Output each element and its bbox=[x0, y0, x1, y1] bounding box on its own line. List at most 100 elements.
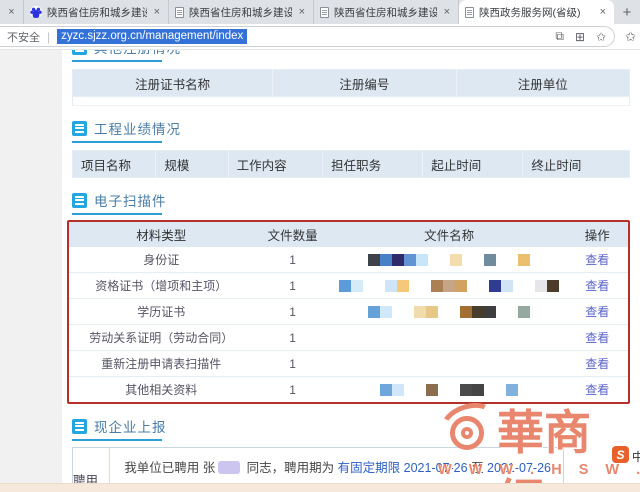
tab-close-icon[interactable]: × bbox=[598, 6, 608, 18]
empty-row bbox=[73, 97, 629, 106]
add-favorite-icon[interactable]: ✩ bbox=[596, 30, 606, 44]
favorites-bar-icon[interactable]: ✩ bbox=[625, 29, 636, 45]
browser-tab-active[interactable]: 陕西政务服务网(省级) × bbox=[459, 0, 614, 24]
action-cell: 查看 bbox=[566, 377, 627, 402]
section-title: 现企业上报 bbox=[94, 416, 167, 436]
badge-zhong-label: 中 bbox=[630, 447, 640, 466]
tab-label: 陕西省住房和城乡建设厅 bbox=[334, 5, 437, 20]
file-name-redacted bbox=[332, 377, 567, 402]
title-underline bbox=[72, 141, 162, 143]
column-header: 工作内容 bbox=[229, 151, 324, 177]
section-title: 电子扫描件 bbox=[94, 190, 167, 210]
action-cell: 查看 bbox=[566, 273, 627, 298]
action-cell: 查看 bbox=[566, 247, 627, 272]
column-header: 文件数量 bbox=[253, 222, 331, 247]
title-underline bbox=[72, 213, 162, 215]
scan-table-row: 劳动关系证明（劳动合同）1查看 bbox=[69, 325, 628, 351]
column-header: 注册证书名称 bbox=[73, 70, 273, 96]
material-type: 资格证书（增项和主项） bbox=[69, 273, 253, 298]
browser-tab[interactable]: 陕西省住房和城乡建设厅 × bbox=[24, 0, 169, 24]
opinion-line-1: 我单位已聘用 张 同志，聘用期为 有固定期限 2021-07-26 至 2021… bbox=[124, 457, 551, 476]
list-icon bbox=[72, 419, 87, 434]
view-link[interactable]: 查看 bbox=[585, 381, 609, 398]
redacted-name bbox=[218, 461, 240, 474]
tab-close-icon[interactable]: × bbox=[297, 6, 307, 18]
browser-tab-bar: × 陕西省住房和城乡建设厅×陕西省住房和城乡建设厅×陕西省住房和城乡建设厅×陕西… bbox=[0, 0, 640, 24]
material-type: 重新注册申请表扫描件 bbox=[69, 351, 253, 376]
file-name-redacted bbox=[332, 247, 567, 272]
column-header: 注册编号 bbox=[273, 70, 456, 96]
partial-tab-close[interactable]: × bbox=[0, 0, 24, 24]
scan-table-row: 资格证书（增项和主项）1 查看 bbox=[69, 273, 628, 299]
section-performance-title: 工程业绩情况 bbox=[72, 118, 630, 143]
browser-tab[interactable]: 陕西省住房和城乡建设厅 × bbox=[314, 0, 459, 24]
action-cell: 查看 bbox=[566, 325, 627, 350]
view-link[interactable]: 查看 bbox=[585, 277, 609, 294]
opinion-text-segment: 同志，聘用期为 bbox=[243, 461, 337, 475]
column-header: 注册单位 bbox=[457, 70, 629, 96]
column-header: 终止时间 bbox=[523, 151, 629, 177]
list-icon bbox=[72, 121, 87, 136]
page-content: 其他注册情况 注册证书名称注册编号注册单位 工程业绩情况 项目名称规模工作内容担… bbox=[0, 50, 640, 492]
view-link[interactable]: 查看 bbox=[585, 303, 609, 320]
scan-table-row: 其他相关资料1 查看 bbox=[69, 377, 628, 402]
section-scans-title: 电子扫描件 bbox=[72, 190, 630, 215]
column-header: 操作 bbox=[566, 222, 627, 247]
bottom-strip bbox=[0, 483, 640, 492]
material-type: 身份证 bbox=[69, 247, 253, 272]
list-icon bbox=[72, 50, 87, 55]
column-header: 文件名称 bbox=[332, 222, 567, 247]
column-header: 担任职务 bbox=[323, 151, 423, 177]
section-report-title: 现企业上报 bbox=[72, 416, 630, 441]
list-icon bbox=[72, 193, 87, 208]
new-tab-button[interactable]: + bbox=[614, 0, 640, 24]
address-bar: 不安全 | zyzc.sjzz.org.cn/management/index … bbox=[0, 24, 640, 50]
highlight-red-box: 材料类型文件数量文件名称操作 身份证1查看资格证书（增项和主项）1查看学历证书1… bbox=[67, 220, 630, 404]
url-text[interactable]: zyzc.sjzz.org.cn/management/index bbox=[57, 29, 247, 44]
scan-table-row: 学历证书1 查看 bbox=[69, 299, 628, 325]
opinion-text-segment: 至 bbox=[471, 461, 487, 475]
document-favicon bbox=[465, 7, 474, 18]
section-title: 工程业绩情况 bbox=[94, 118, 181, 138]
file-count: 1 bbox=[253, 247, 331, 272]
material-type: 学历证书 bbox=[69, 299, 253, 324]
file-count: 1 bbox=[253, 273, 331, 298]
tab-close-icon[interactable]: × bbox=[442, 6, 452, 18]
tab-label: 陕西政务服务网(省级) bbox=[479, 5, 593, 20]
registration-table: 注册证书名称注册编号注册单位 bbox=[72, 69, 630, 106]
site-paw-favicon bbox=[30, 6, 42, 18]
split-screen-icon[interactable]: ⧉ bbox=[555, 29, 564, 44]
column-header: 材料类型 bbox=[69, 222, 253, 247]
url-field[interactable]: 不安全 | zyzc.sjzz.org.cn/management/index … bbox=[0, 26, 615, 47]
opinion-text-segment: 我单位已聘用 张 bbox=[124, 461, 215, 475]
section-registration-title-clipped: 其他注册情况 bbox=[72, 50, 630, 62]
view-link[interactable]: 查看 bbox=[585, 329, 609, 346]
tab-label: 陕西省住房和城乡建设厅 bbox=[47, 5, 147, 20]
material-type: 其他相关资料 bbox=[69, 377, 253, 402]
title-underline bbox=[72, 60, 162, 62]
file-count: 1 bbox=[253, 377, 331, 402]
scans-table-header: 材料类型文件数量文件名称操作 bbox=[69, 222, 628, 247]
section-title: 其他注册情况 bbox=[94, 50, 181, 57]
opinion-text-segment: 2021-07-26 bbox=[400, 461, 471, 475]
collections-icon[interactable]: ⊞ bbox=[575, 30, 585, 44]
opinion-text-segment: 有固定期限 bbox=[338, 461, 401, 475]
title-underline bbox=[72, 439, 162, 441]
column-header: 规模 bbox=[156, 151, 228, 177]
action-cell: 查看 bbox=[566, 299, 627, 324]
tab-close-icon[interactable]: × bbox=[152, 6, 162, 18]
action-cell: 查看 bbox=[566, 351, 627, 376]
scans-table-body: 身份证1查看资格证书（增项和主项）1查看学历证书1查看劳动关系证明（劳动合同）1… bbox=[69, 247, 628, 402]
file-name-redacted bbox=[332, 299, 567, 324]
material-type: 劳动关系证明（劳动合同） bbox=[69, 325, 253, 350]
file-count: 1 bbox=[253, 299, 331, 324]
file-name-redacted bbox=[332, 273, 567, 298]
browser-tab[interactable]: 陕西省住房和城乡建设厅 × bbox=[169, 0, 314, 24]
column-header: 项目名称 bbox=[73, 151, 156, 177]
tab-label: 陕西省住房和城乡建设厅 bbox=[189, 5, 292, 20]
file-name-redacted bbox=[332, 351, 567, 376]
scan-table-row: 重新注册申请表扫描件1查看 bbox=[69, 351, 628, 377]
view-link[interactable]: 查看 bbox=[585, 251, 609, 268]
scan-table-row: 身份证1 查看 bbox=[69, 247, 628, 273]
view-link[interactable]: 查看 bbox=[585, 355, 609, 372]
